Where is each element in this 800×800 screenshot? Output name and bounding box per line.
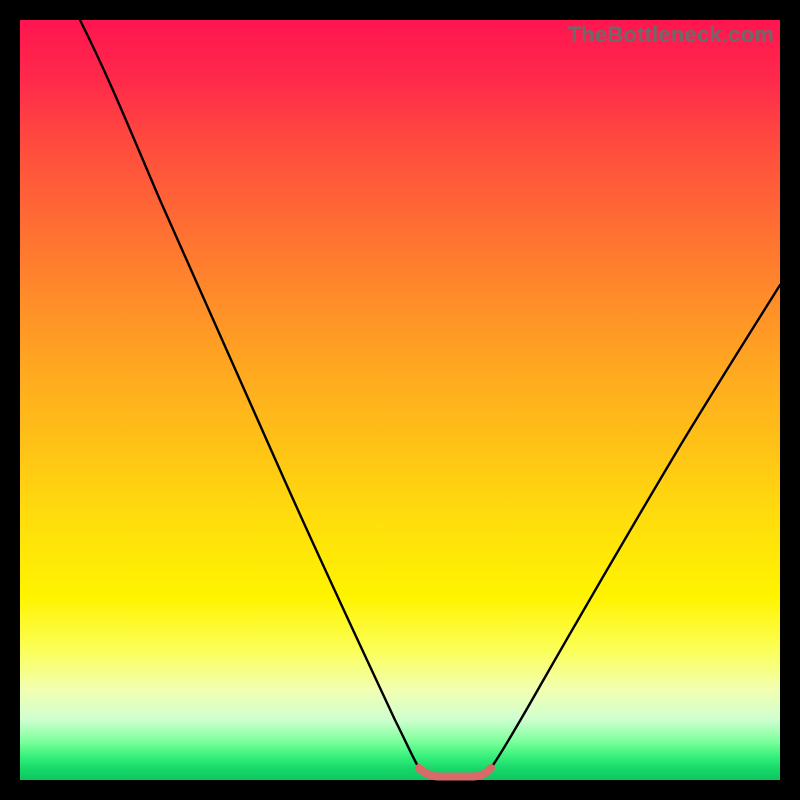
bottom-segment — [419, 768, 491, 777]
left-curve — [80, 20, 419, 768]
plot-area: TheBottleneck.com — [20, 20, 780, 780]
chart-svg — [20, 20, 780, 780]
right-curve — [491, 285, 780, 768]
chart-container: TheBottleneck.com — [0, 0, 800, 800]
